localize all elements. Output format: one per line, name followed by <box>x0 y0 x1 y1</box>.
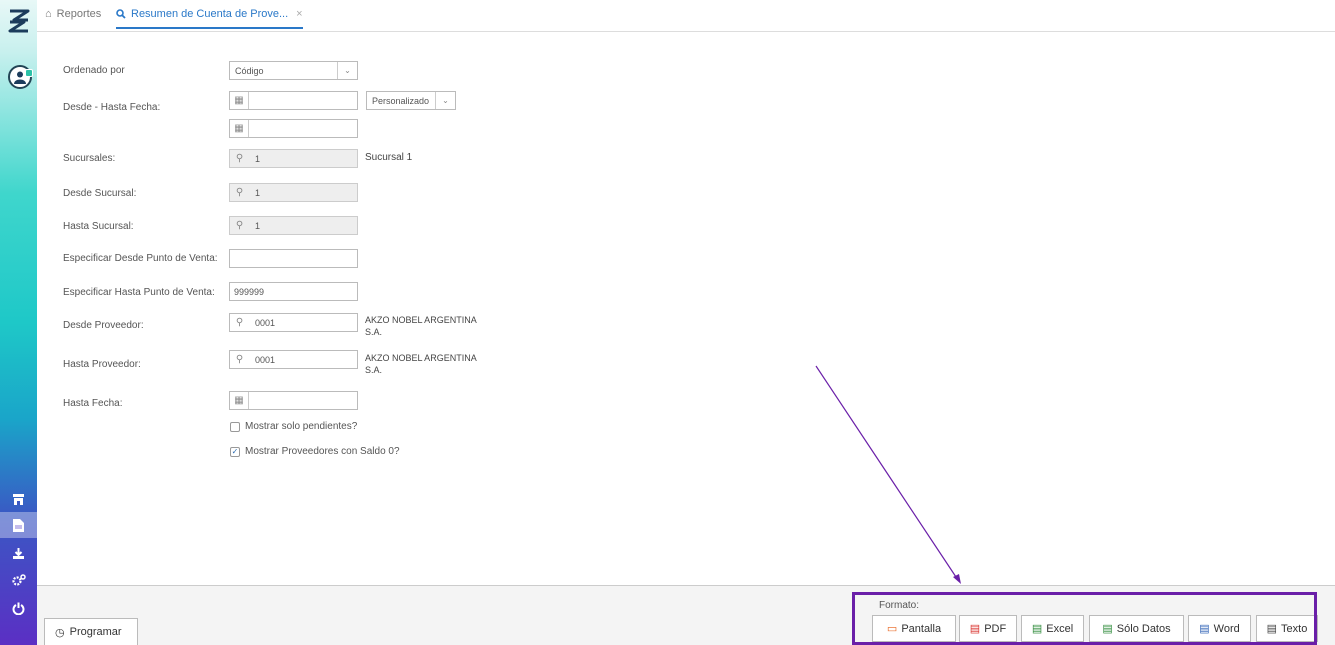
hasta-pv-label: Especificar Hasta Punto de Venta: <box>63 287 215 298</box>
desde-sucursal-input[interactable]: ⚲ 1 <box>229 183 358 202</box>
desde-pv-label: Especificar Desde Punto de Venta: <box>63 253 218 264</box>
desde-proveedor-name-line2: S.A. <box>365 327 383 337</box>
hasta-sucursal-input[interactable]: ⚲ 1 <box>229 216 358 235</box>
saldo-cero-label: Mostrar Proveedores con Saldo 0? <box>245 446 400 457</box>
annotation-arrow <box>815 365 961 584</box>
user-avatar[interactable] <box>8 65 33 89</box>
periodo-select[interactable]: Personalizado ⌄ <box>366 91 456 110</box>
search-icon[interactable]: ⚲ <box>230 314 249 331</box>
desde-proveedor-value: 0001 <box>255 317 276 328</box>
hasta-fecha-input[interactable]: ▦ <box>229 391 358 410</box>
desde-pv-input[interactable] <box>229 249 358 268</box>
tab-bar: ⌂ Reportes Resumen de Cuenta de Prove...… <box>37 0 1335 32</box>
status-indicator <box>25 69 33 77</box>
app-logo-icon[interactable] <box>8 8 30 34</box>
hasta-pv-value: 999999 <box>234 286 265 297</box>
programar-button[interactable]: ◷ Programar <box>44 618 138 645</box>
sucursales-value: 1 <box>255 153 261 164</box>
hasta-proveedor-name-line1: AKZO NOBEL ARGENTINA <box>365 353 477 363</box>
ordenado-value: Código <box>235 65 264 76</box>
hasta-fecha-label: Hasta Fecha: <box>63 398 123 409</box>
hasta-sucursal-label: Hasta Sucursal: <box>63 221 134 232</box>
desde-fecha-input[interactable]: ▦ <box>229 91 358 110</box>
desde-sucursal-value: 1 <box>255 187 261 198</box>
desde-proveedor-label: Desde Proveedor: <box>63 320 144 331</box>
checkbox-unchecked[interactable] <box>230 421 240 432</box>
tab-reportes[interactable]: ⌂ Reportes <box>45 8 101 20</box>
saldo-cero-checkbox[interactable]: ✓ Mostrar Proveedores con Saldo 0? <box>230 446 400 457</box>
calendar-icon[interactable]: ▦ <box>230 120 249 137</box>
power-icon[interactable] <box>0 595 37 621</box>
hasta-pv-input[interactable]: 999999 <box>229 282 358 301</box>
reports-icon[interactable] <box>0 512 37 538</box>
sidebar <box>0 0 37 645</box>
calendar-icon[interactable]: ▦ <box>230 92 249 109</box>
ordenado-label: Ordenado por <box>63 65 125 76</box>
tab-resumen-cuenta[interactable]: Resumen de Cuenta de Prove... × <box>116 8 303 29</box>
highlight-box <box>852 592 1317 645</box>
pendientes-checkbox[interactable]: Mostrar solo pendientes? <box>230 421 357 432</box>
desde-hasta-fecha-label: Desde - Hasta Fecha: <box>63 102 161 113</box>
tab-label: Resumen de Cuenta de Prove... <box>131 8 289 20</box>
search-icon[interactable]: ⚲ <box>230 217 249 234</box>
hasta-fecha-range-input[interactable]: ▦ <box>229 119 358 138</box>
periodo-value: Personalizado <box>372 95 430 106</box>
download-icon[interactable] <box>0 540 37 566</box>
hasta-sucursal-value: 1 <box>255 220 261 231</box>
multi-search-icon[interactable]: ⚲ <box>230 150 249 167</box>
desde-sucursal-label: Desde Sucursal: <box>63 188 137 199</box>
settings-icon[interactable] <box>0 567 37 593</box>
hasta-proveedor-input[interactable]: ⚲ 0001 <box>229 350 358 369</box>
search-icon[interactable]: ⚲ <box>230 351 249 368</box>
desde-proveedor-input[interactable]: ⚲ 0001 <box>229 313 358 332</box>
hasta-proveedor-value: 0001 <box>255 354 276 365</box>
store-icon[interactable] <box>0 486 37 512</box>
programar-label: Programar <box>69 626 122 638</box>
tab-label: Reportes <box>56 8 102 20</box>
desde-proveedor-name-line1: AKZO NOBEL ARGENTINA <box>365 315 477 325</box>
desde-proveedor-name: AKZO NOBEL ARGENTINA S.A. <box>365 314 477 338</box>
search-icon <box>116 9 126 19</box>
chevron-down-icon: ⌄ <box>337 62 357 79</box>
hasta-proveedor-name-line2: S.A. <box>365 365 383 375</box>
calendar-icon[interactable]: ▦ <box>230 392 249 409</box>
ordenado-select[interactable]: Código ⌄ <box>229 61 358 80</box>
home-icon: ⌂ <box>45 8 52 20</box>
sucursales-input[interactable]: ⚲ 1 <box>229 149 358 168</box>
hasta-proveedor-name: AKZO NOBEL ARGENTINA S.A. <box>365 352 477 376</box>
checkmark-icon[interactable]: ✓ <box>230 446 240 457</box>
clock-icon: ◷ <box>55 626 65 639</box>
sucursales-label: Sucursales: <box>63 153 116 164</box>
search-icon[interactable]: ⚲ <box>230 184 249 201</box>
hasta-proveedor-label: Hasta Proveedor: <box>63 359 141 370</box>
sucursales-name: Sucursal 1 <box>365 152 413 163</box>
close-icon[interactable]: × <box>296 8 302 20</box>
pendientes-label: Mostrar solo pendientes? <box>245 421 358 432</box>
chevron-down-icon: ⌄ <box>435 92 455 109</box>
